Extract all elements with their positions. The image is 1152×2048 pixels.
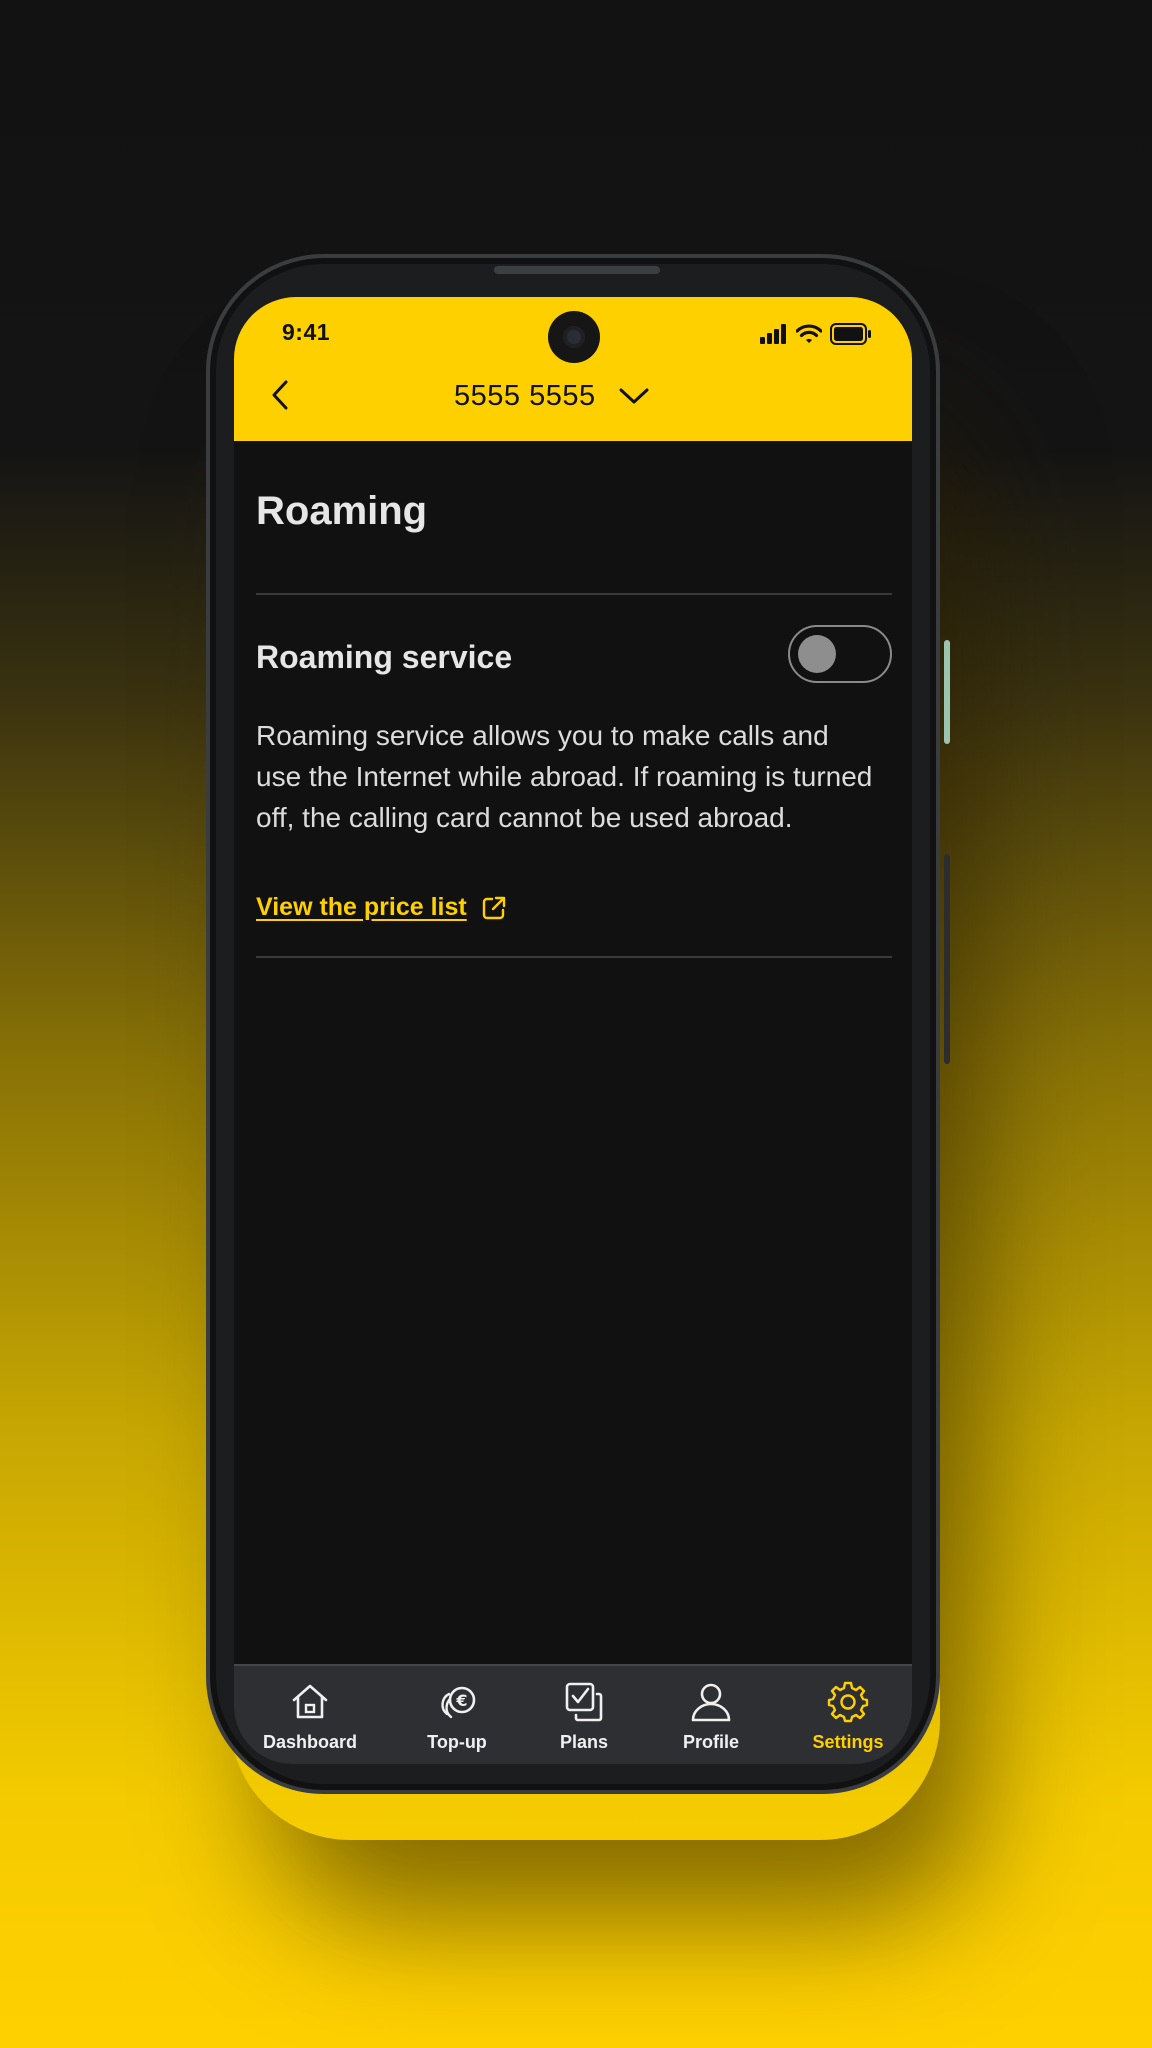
- tab-label: Top-up: [427, 1732, 487, 1752]
- person-icon: [691, 1683, 731, 1722]
- divider: [256, 956, 892, 958]
- screen: 9:41 5555 5555 Roaming Roaming service R…: [234, 297, 912, 1764]
- phone-number: 5555 5555: [454, 379, 596, 412]
- external-link-icon: [482, 896, 505, 919]
- toggle-knob: [798, 635, 836, 673]
- home-icon: [292, 1684, 328, 1719]
- euro-coins-icon: €: [441, 1686, 476, 1719]
- back-button[interactable]: [260, 375, 300, 415]
- tab-label: Settings: [812, 1732, 884, 1752]
- svg-text:€: €: [455, 1691, 467, 1710]
- status-icons: [760, 322, 872, 346]
- cellular-signal-icon: [760, 324, 786, 344]
- price-list-link-label: View the price list: [256, 893, 467, 921]
- earpiece-speaker: [494, 266, 660, 274]
- wifi-icon: [796, 324, 822, 343]
- tab-profile[interactable]: Profile: [651, 1680, 771, 1760]
- page-title: Roaming: [256, 489, 428, 533]
- side-button-volume: [944, 854, 950, 1064]
- tab-label: Plans: [559, 1732, 609, 1752]
- bottom-tab-bar: Dashboard € Top-up Plans Profile Setting…: [234, 1664, 912, 1764]
- tab-plans[interactable]: Plans: [524, 1680, 644, 1760]
- top-app-bar: 9:41 5555 5555: [234, 297, 912, 441]
- chevron-down-icon: [619, 388, 649, 404]
- tab-label: Dashboard: [262, 1732, 358, 1752]
- battery-icon: [830, 323, 871, 345]
- plans-checkbox-icon: [565, 1682, 603, 1722]
- divider: [256, 593, 892, 595]
- tab-settings[interactable]: Settings: [788, 1680, 908, 1760]
- gear-icon: [827, 1681, 869, 1723]
- tab-top-up[interactable]: € Top-up: [397, 1680, 517, 1760]
- roaming-toggle[interactable]: [788, 625, 892, 683]
- roaming-description: Roaming service allows you to make calls…: [256, 720, 873, 833]
- front-camera: [548, 311, 600, 363]
- chevron-left-icon: [272, 380, 288, 410]
- side-button-green: [944, 640, 950, 744]
- tab-dashboard[interactable]: Dashboard: [250, 1680, 370, 1760]
- roaming-service-title: Roaming service: [256, 639, 513, 675]
- phone-number-selector[interactable]: 5555 5555: [454, 375, 650, 417]
- tab-label: Profile: [682, 1732, 739, 1752]
- price-list-link[interactable]: View the price list: [256, 893, 507, 922]
- status-time: 9:41: [282, 319, 331, 345]
